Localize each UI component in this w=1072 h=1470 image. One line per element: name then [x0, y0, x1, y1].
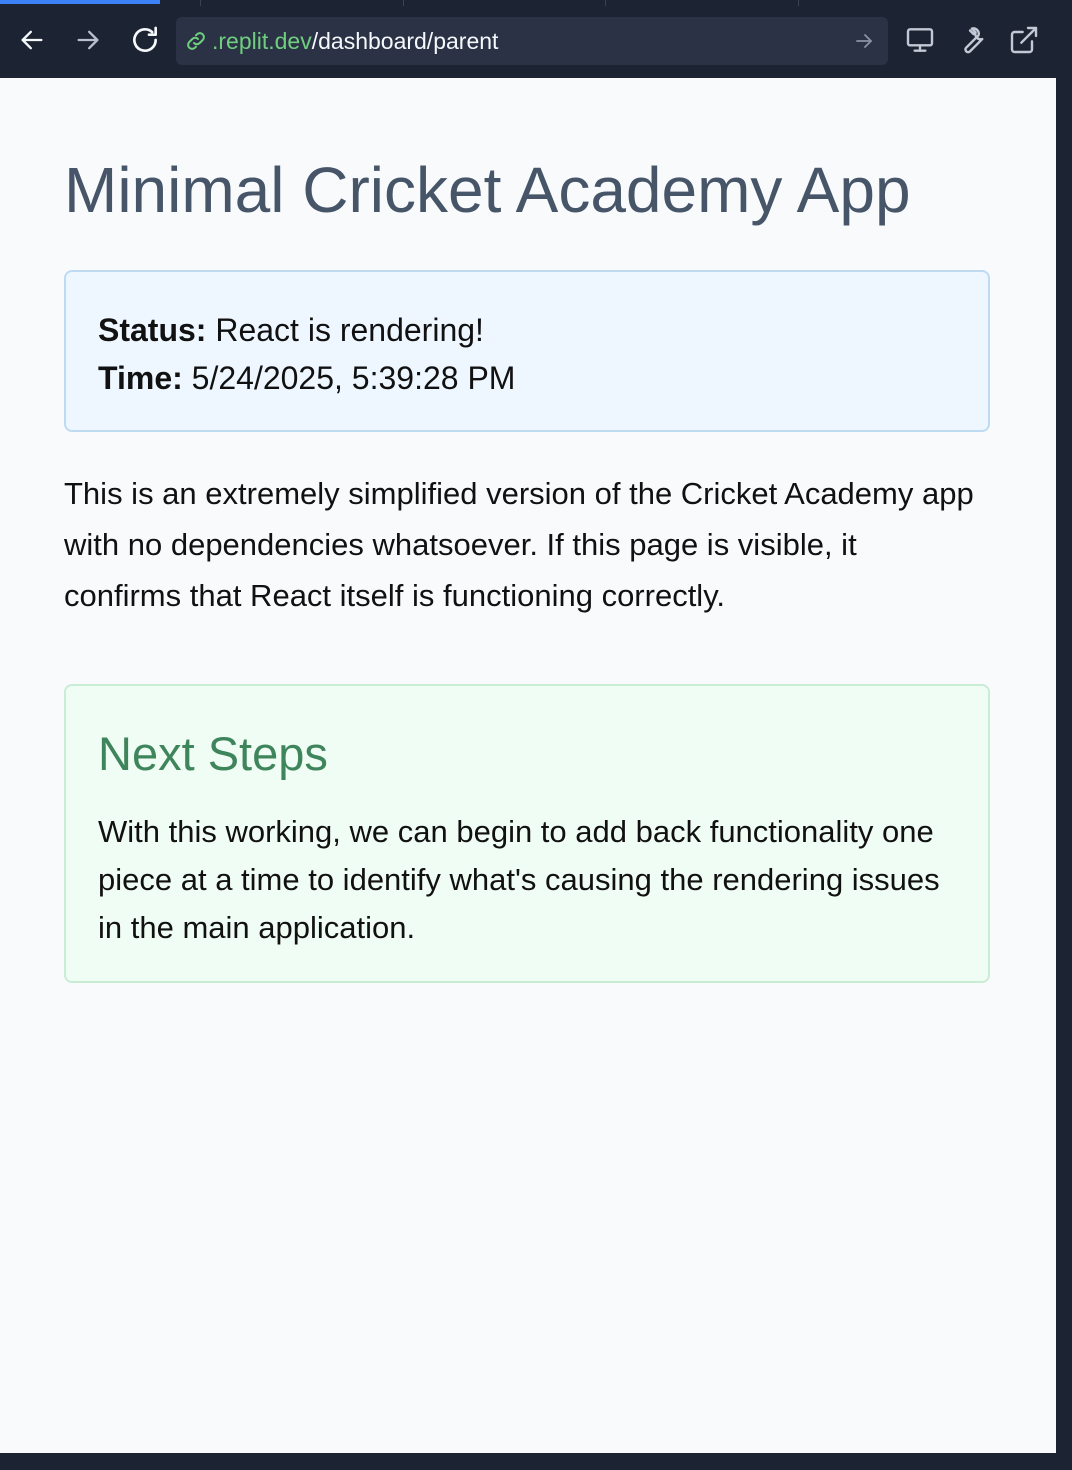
back-button[interactable] [12, 20, 52, 60]
page-viewport: Minimal Cricket Academy App Status: Reac… [0, 78, 1056, 1453]
next-steps-panel: Next Steps With this working, we can beg… [64, 684, 990, 983]
devtools-button[interactable] [956, 24, 988, 56]
reload-icon [133, 26, 157, 52]
url-text[interactable]: .replit.dev/dashboard/parent [212, 29, 498, 53]
active-tab-indicator[interactable] [0, 0, 160, 4]
status-value: React is rendering! [215, 312, 484, 348]
window-edge [1056, 78, 1072, 1470]
device-preview-button[interactable] [904, 24, 936, 56]
next-steps-title: Next Steps [98, 727, 328, 780]
arrow-right-icon [77, 30, 99, 50]
browser-toolbar: .replit.dev/dashboard/parent [0, 6, 1072, 78]
open-external-button[interactable] [1008, 24, 1040, 56]
url-path: /dashboard/parent [311, 28, 499, 54]
link-icon [187, 32, 205, 50]
wrench-icon [964, 27, 984, 54]
status-label: Status: [98, 312, 207, 348]
time-value: 5/24/2025, 5:39:28 PM [191, 360, 516, 396]
monitor-icon [906, 28, 934, 52]
page-title: Minimal Cricket Academy App [64, 154, 911, 226]
browser-window: .replit.dev/dashboard/parent Minimal Cri… [0, 0, 1072, 1470]
next-steps-text: With this working, we can begin to add b… [98, 814, 940, 945]
intro-paragraph: This is an extremely simplified version … [64, 476, 974, 613]
reload-button[interactable] [125, 20, 165, 60]
status-panel: Status: React is rendering! Time: 5/24/2… [64, 270, 990, 432]
time-label: Time: [98, 360, 183, 396]
address-bar[interactable]: .replit.dev/dashboard/parent [176, 17, 888, 65]
status-line: Status: React is rendering! [98, 310, 484, 350]
forward-button[interactable] [68, 20, 108, 60]
time-line: Time: 5/24/2025, 5:39:28 PM [98, 358, 515, 398]
url-domain: .replit.dev [212, 28, 312, 54]
external-link-icon [1010, 26, 1038, 54]
arrow-left-icon [21, 30, 43, 50]
go-arrow-icon[interactable] [852, 29, 876, 53]
